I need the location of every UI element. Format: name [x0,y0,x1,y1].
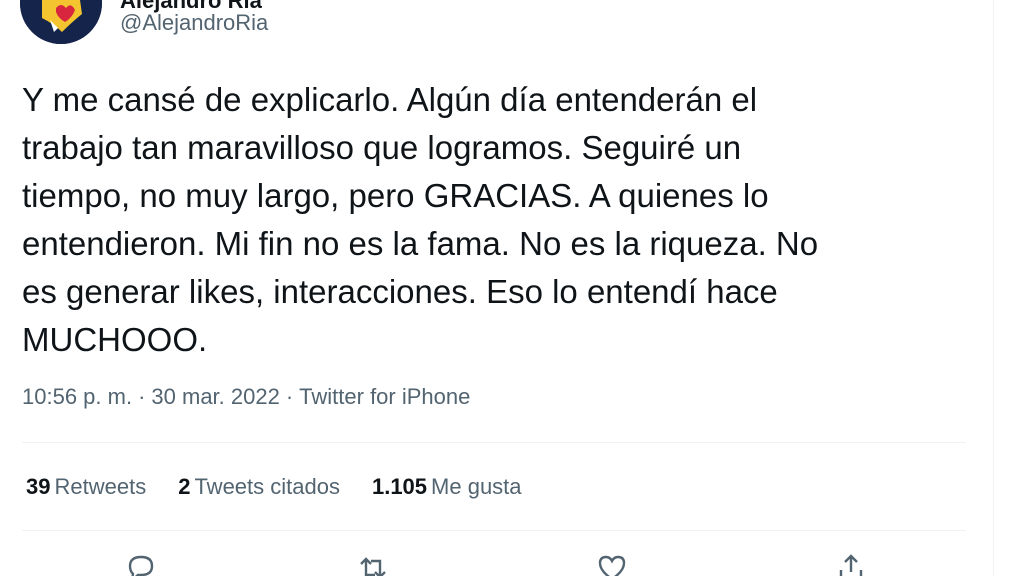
meta-separator: · [138,384,146,409]
retweet-icon [360,557,386,576]
retweet-button[interactable] [353,548,393,576]
tweet-time[interactable]: 10:56 p. m. [22,384,132,409]
tweet-date[interactable]: 30 mar. 2022 [151,384,279,409]
share-icon [839,554,863,576]
meta-separator: · [285,384,294,409]
tweet-source[interactable]: Twitter for iPhone [299,384,470,409]
avatar[interactable] [20,0,102,44]
likes-count: 1.105 [371,474,428,499]
likes-stat[interactable]: 1.105 Me gusta [372,474,522,500]
tweet-detail: Alejandro Ria @AlejandroRia Y me cansé d… [0,0,1024,576]
column-divider [993,0,994,576]
quote-tweets-label: Tweets citados [194,474,340,499]
tweet-stats: 39 Retweets 2 Tweets citados 1.105 Me gusta [26,474,522,500]
retweets-count: 39 [26,474,51,499]
like-button[interactable] [592,548,632,576]
reply-icon [128,555,154,576]
author-handle[interactable]: @AlejandroRia [120,10,268,36]
quote-tweets-count: 2 [178,474,191,499]
divider [22,530,966,531]
retweets-label: Retweets [54,474,147,499]
heart-icon [598,555,626,576]
avatar-image [20,0,102,44]
tweet-actions [0,548,994,576]
quote-tweets-stat[interactable]: 2 Tweets citados [178,474,340,500]
retweets-stat[interactable]: 39 Retweets [26,474,146,500]
likes-label: Me gusta [431,474,522,499]
share-button[interactable] [831,548,871,576]
tweet-text: Y me cansé de explicarlo. Algún día ente… [22,81,819,358]
divider [22,442,966,443]
reply-button[interactable] [121,548,161,576]
tweet-metadata: 10:56 p. m. · 30 mar. 2022 · Twitter for iPh… [22,384,470,410]
